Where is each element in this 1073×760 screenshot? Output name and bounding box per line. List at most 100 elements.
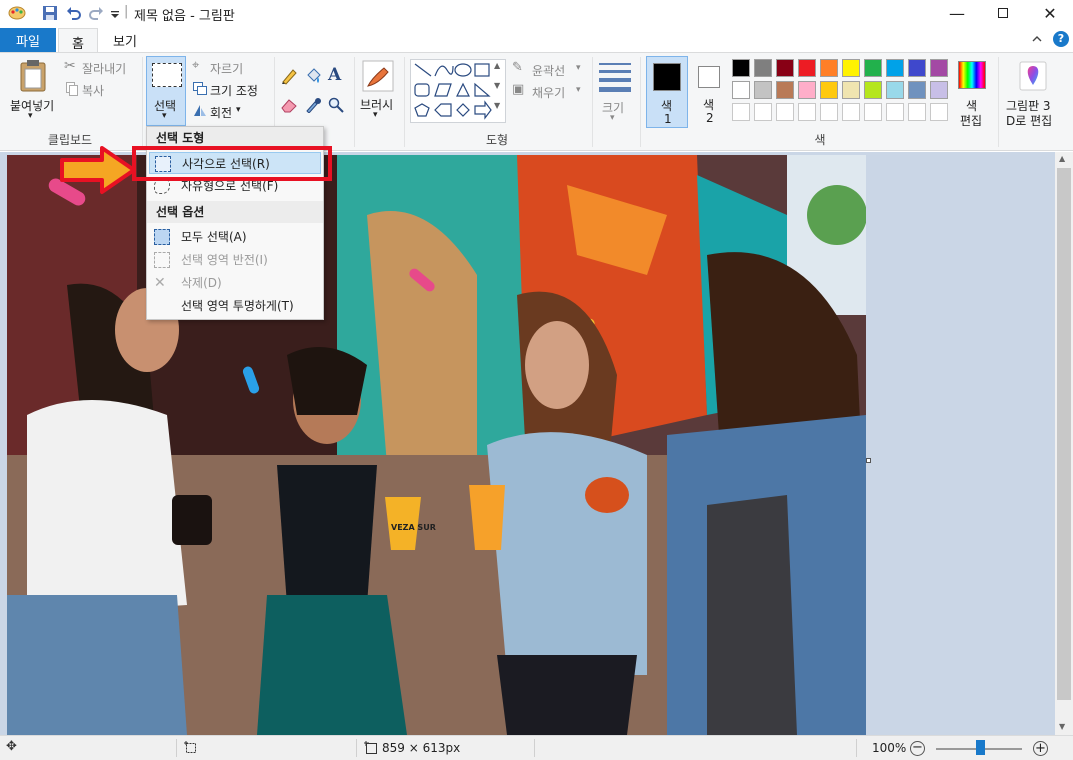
zoom-in-button[interactable]: +	[1033, 741, 1048, 756]
palette-swatch-empty[interactable]	[820, 103, 838, 121]
maximize-button[interactable]	[980, 0, 1026, 26]
palette-swatch[interactable]	[864, 81, 882, 99]
palette-swatch[interactable]	[820, 59, 838, 77]
title-separator: |	[124, 4, 129, 19]
palette-swatch-empty[interactable]	[754, 103, 772, 121]
minimize-button[interactable]: —	[934, 0, 980, 26]
edit-colors-button[interactable]: 색 편집	[952, 57, 992, 129]
palette-swatch[interactable]	[732, 81, 750, 99]
palette-swatch[interactable]	[776, 81, 794, 99]
palette-swatch[interactable]	[754, 59, 772, 77]
menu-item-invert-selection[interactable]: 선택 영역 반전(I)	[149, 249, 321, 271]
paint-app-icon[interactable]	[8, 5, 26, 21]
more-shapes-icon: ▼	[494, 101, 501, 110]
menu-item-transparent-selection[interactable]: 선택 영역 투명하게(T)	[149, 295, 321, 317]
palette-swatch[interactable]	[776, 59, 794, 77]
size-line-icon	[599, 70, 631, 73]
outline-icon: ✎	[512, 60, 523, 75]
text-tool-icon[interactable]: A	[328, 65, 341, 85]
image-size-text: 859 × 613px	[382, 741, 461, 755]
scroll-up-icon[interactable]: ▲	[1059, 154, 1065, 163]
palette-swatch[interactable]	[908, 81, 926, 99]
palette-swatch[interactable]	[886, 59, 904, 77]
fill-icon: ▣	[512, 82, 525, 97]
palette-swatch[interactable]	[798, 59, 816, 77]
fill-bucket-icon[interactable]	[304, 67, 322, 85]
fill-label: 채우기	[532, 86, 566, 100]
zoom-out-button[interactable]: −	[910, 741, 925, 756]
palette-swatch[interactable]	[842, 59, 860, 77]
eraser-icon[interactable]	[280, 97, 298, 113]
canvas-resize-handle[interactable]	[866, 458, 871, 463]
size-button[interactable]: 크기 ▾	[596, 57, 634, 127]
save-icon[interactable]	[42, 5, 58, 21]
crop-button[interactable]: ⌖ 자르기	[192, 58, 262, 76]
undo-icon[interactable]	[66, 5, 82, 21]
customize-quick-access-icon[interactable]	[110, 5, 120, 21]
cut-button[interactable]: ✂ 잘라내기	[64, 58, 136, 76]
scroll-down-icon[interactable]: ▼	[1059, 722, 1065, 731]
palette-swatch[interactable]	[732, 59, 750, 77]
rotate-button[interactable]: 회전 ▾	[192, 102, 262, 120]
menu-item-select-all[interactable]: 모두 선택(A)	[149, 226, 321, 248]
paste-button[interactable]: 붙여넣기 ▾	[6, 55, 60, 123]
collapse-ribbon-button[interactable]	[1032, 33, 1042, 43]
menu-item-delete[interactable]: ✕ 삭제(D)	[149, 272, 321, 294]
fill-dropdown-icon: ▾	[576, 85, 581, 95]
palette-swatch-empty[interactable]	[908, 103, 926, 121]
help-button[interactable]: ?	[1053, 31, 1069, 47]
palette-swatch[interactable]	[798, 81, 816, 99]
color1-button[interactable]: 색 1	[646, 56, 688, 128]
palette-swatch-empty[interactable]	[842, 103, 860, 121]
palette-swatch[interactable]	[754, 81, 772, 99]
zoom-slider-thumb[interactable]	[976, 740, 985, 755]
magnifier-icon[interactable]	[328, 97, 344, 113]
fill-button[interactable]: ▣ 채우기 ▾	[512, 82, 588, 100]
tab-view[interactable]: 보기	[100, 28, 150, 53]
palette-swatch-empty[interactable]	[732, 103, 750, 121]
close-button[interactable]: ✕	[1027, 0, 1073, 26]
brushes-button[interactable]: 브러시 ▾	[358, 56, 398, 126]
size-line-icon	[599, 87, 631, 92]
color2-button[interactable]: 색 2	[692, 56, 728, 128]
palette-swatch[interactable]	[930, 59, 948, 77]
palette-swatch[interactable]	[842, 81, 860, 99]
pencil-icon[interactable]	[280, 67, 298, 85]
edit-with-paint3d-button[interactable]: 그림판 3 D로 편집	[1002, 57, 1068, 129]
brushes-dropdown-icon: ▾	[373, 110, 378, 120]
color-picker-icon[interactable]	[304, 97, 322, 113]
palette-swatch[interactable]	[908, 59, 926, 77]
palette-swatch[interactable]	[864, 59, 882, 77]
shapes-gallery-scroll[interactable]: ▲ ▼ ▼	[492, 61, 504, 121]
palette-swatch-empty[interactable]	[864, 103, 882, 121]
copy-icon	[66, 82, 78, 96]
outline-button[interactable]: ✎ 윤곽선 ▾	[512, 60, 588, 78]
palette-swatch-empty[interactable]	[798, 103, 816, 121]
palette-swatch-empty[interactable]	[776, 103, 794, 121]
scroll-thumb[interactable]	[1057, 168, 1071, 700]
callout-arrow-icon	[60, 146, 136, 194]
close-icon: ✕	[1043, 3, 1057, 23]
status-divider	[356, 739, 357, 757]
palette-swatch[interactable]	[886, 81, 904, 99]
group-divider	[142, 57, 143, 147]
color1-label-line2: 1	[664, 112, 672, 126]
paste-dropdown-icon: ▾	[28, 111, 33, 121]
delete-scissors-icon: ✕	[154, 275, 166, 291]
palette-swatch-empty[interactable]	[886, 103, 904, 121]
select-button[interactable]: 선택 ▾	[146, 56, 186, 126]
rotate-dropdown-icon: ▾	[236, 105, 241, 115]
maximize-icon	[998, 8, 1008, 18]
tab-home[interactable]: 홈	[58, 28, 98, 55]
image-canvas[interactable]: VEZA SUR	[7, 155, 866, 735]
palette-swatch[interactable]	[820, 81, 838, 99]
vertical-scrollbar[interactable]: ▲ ▼	[1055, 152, 1073, 735]
tab-file[interactable]: 파일	[0, 28, 56, 53]
redo-icon[interactable]	[88, 5, 104, 21]
select-dropdown-icon: ▾	[162, 111, 167, 121]
copy-button[interactable]: 복사	[64, 80, 136, 98]
resize-button[interactable]: 크기 조정	[192, 80, 268, 98]
palette-swatch-empty[interactable]	[930, 103, 948, 121]
selection-size-icon	[184, 741, 196, 753]
palette-swatch[interactable]	[930, 81, 948, 99]
